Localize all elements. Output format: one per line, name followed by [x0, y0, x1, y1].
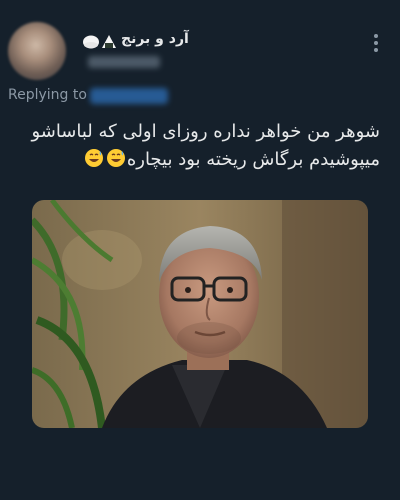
tweet-text-line-2-wrap: میپوشیدم برگاش ریخته بود بیچاره — [22, 146, 380, 174]
tweet-text-line-1: شوهر من خواهر نداره روزای اولی که لباساش… — [31, 121, 380, 142]
rice-ball-icon — [83, 35, 116, 49]
tweet-media-photo[interactable] — [32, 200, 368, 428]
author-handle[interactable] — [88, 56, 160, 68]
tweet-text-line-2: میپوشیدم برگاش ریخته بود بیچاره — [126, 149, 380, 170]
grinning-sweat-icon — [106, 149, 125, 167]
grinning-sweat-icon — [84, 149, 103, 167]
man-with-glasses-photo — [32, 200, 368, 428]
more-vertical-icon[interactable] — [370, 32, 382, 54]
avatar[interactable] — [8, 22, 66, 80]
replying-to-label: Replying to — [8, 87, 87, 103]
tweet-text: شوهر من خواهر نداره روزای اولی که لباساش… — [22, 118, 380, 174]
display-name[interactable]: آرد و برنج — [121, 31, 189, 47]
reply-handle-link[interactable] — [90, 88, 168, 104]
tweet-card: آرد و برنج Replying to شوهر من خواهر ندا… — [0, 0, 400, 500]
